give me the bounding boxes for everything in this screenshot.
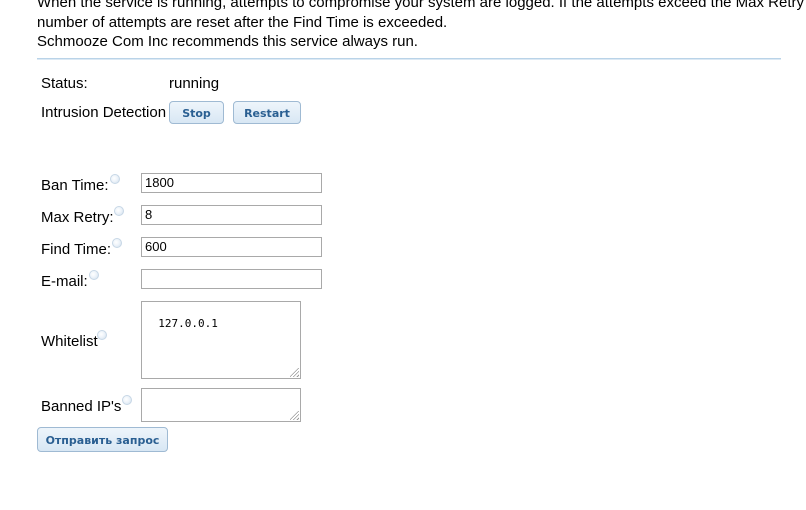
description-line-1: When the service is running, attempts to… [37,0,806,11]
description-line-3: Schmooze Com Inc recommends this service… [37,33,418,50]
help-icon[interactable] [89,270,99,280]
email-field[interactable] [141,269,322,289]
intrusion-detection-label: Intrusion Detection [41,104,167,121]
help-icon[interactable] [112,238,122,248]
max-retry-label: Max Retry: [41,209,114,226]
help-icon[interactable] [114,206,124,216]
whitelist-textarea[interactable]: 127.0.0.1 [141,301,301,379]
find-time-label: Find Time: [41,241,112,258]
resize-grip-icon[interactable] [290,368,299,377]
status-label: Status: [41,75,88,92]
help-icon[interactable] [97,330,107,340]
status-value: running [169,75,220,92]
section-divider [37,58,781,60]
banned-ips-label: Banned IP's [41,398,122,415]
ban-time-label: Ban Time: [41,177,109,194]
find-time-field[interactable]: 600 [141,237,322,257]
whitelist-label: Whitelist [41,333,98,350]
submit-button[interactable]: Отправить запрос [37,427,168,452]
whitelist-value: 127.0.0.1 [158,317,218,330]
banned-ips-textarea[interactable] [141,388,301,422]
service-description: When the service is running, attempts to… [37,0,806,52]
resize-grip-icon[interactable] [290,411,299,420]
restart-button[interactable]: Restart [233,101,301,124]
stop-button[interactable]: Stop [169,101,224,124]
help-icon[interactable] [122,395,132,405]
ban-time-field[interactable]: 1800 [141,173,322,193]
description-line-2: number of attempts are reset after the F… [37,13,448,31]
max-retry-field[interactable]: 8 [141,205,322,225]
help-icon[interactable] [110,174,120,184]
email-label: E-mail: [41,273,88,290]
